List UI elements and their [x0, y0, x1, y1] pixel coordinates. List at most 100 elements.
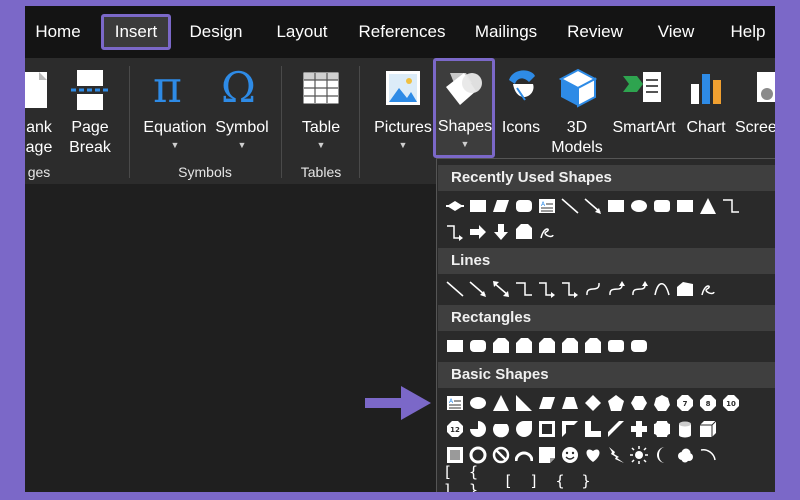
shape-rect-icon[interactable] — [673, 195, 696, 217]
shape-darrow-icon[interactable] — [489, 278, 512, 300]
shape-lshape-icon[interactable] — [581, 418, 604, 440]
shape-scribble-icon[interactable] — [696, 278, 719, 300]
shape-smiley-icon[interactable] — [558, 444, 581, 466]
shape-freeform-icon[interactable] — [673, 278, 696, 300]
shape-trap-icon[interactable] — [558, 392, 581, 414]
smartart-button[interactable]: SmartArt — [607, 118, 681, 138]
shape-sun-icon[interactable] — [627, 444, 650, 466]
shape-elbowarrow-icon[interactable] — [535, 278, 558, 300]
shape-diag-icon[interactable] — [604, 418, 627, 440]
shape-diamond-icon[interactable] — [443, 195, 466, 217]
shape-ellipse-icon[interactable] — [627, 195, 650, 217]
shape-fold-icon[interactable] — [535, 444, 558, 466]
shape-snip-icon[interactable] — [512, 335, 535, 357]
shape-rrect-icon[interactable] — [512, 195, 535, 217]
shape-para-icon[interactable] — [489, 195, 512, 217]
shape-darr-icon[interactable] — [489, 221, 512, 243]
shape-rarrow-icon[interactable] — [466, 221, 489, 243]
table-button[interactable]: Table ▼ — [293, 118, 349, 152]
shape-heart-icon[interactable] — [581, 444, 604, 466]
tab-review[interactable]: Review — [565, 14, 625, 50]
shape-curve-icon[interactable] — [581, 278, 604, 300]
shape-line-icon[interactable] — [443, 278, 466, 300]
shape-bracket-icon[interactable]: { } — [469, 463, 495, 492]
screenshot-button[interactable]: Scree — [731, 118, 775, 138]
shape-moon-icon[interactable] — [650, 444, 673, 466]
shape-octnum-icon[interactable]: 12 — [443, 418, 466, 440]
shape-curvearrow-icon[interactable] — [604, 278, 627, 300]
tab-references[interactable]: References — [355, 14, 449, 50]
shape-rrect2-icon[interactable] — [650, 195, 673, 217]
shape-hex-icon[interactable] — [627, 392, 650, 414]
shape-snip-icon[interactable] — [581, 335, 604, 357]
shapes-button[interactable]: Shapes ▼ — [433, 58, 495, 158]
shape-rect-icon[interactable] — [466, 195, 489, 217]
shape-tri-icon[interactable] — [696, 195, 719, 217]
shape-scribble-icon[interactable] — [535, 221, 558, 243]
shape-arrowline-icon[interactable] — [581, 195, 604, 217]
shape-octnum-icon[interactable]: 7 — [673, 392, 696, 414]
shape-tri-icon[interactable] — [489, 392, 512, 414]
shape-arrowline-icon[interactable] — [466, 278, 489, 300]
shape-snip-icon[interactable] — [535, 335, 558, 357]
shape-tear-icon[interactable] — [512, 418, 535, 440]
shape-can-icon[interactable] — [673, 418, 696, 440]
shape-blockarc-icon[interactable] — [512, 444, 535, 466]
shape-rrect2-icon[interactable] — [604, 335, 627, 357]
shape-elbowarrow-icon[interactable] — [558, 278, 581, 300]
pictures-button[interactable]: Pictures ▼ — [369, 118, 437, 152]
shape-cube-icon[interactable] — [696, 418, 719, 440]
shape-textbox-icon[interactable]: A — [443, 392, 466, 414]
shape-line-icon[interactable] — [558, 195, 581, 217]
shape-textbox-icon[interactable]: A — [535, 195, 558, 217]
icons-button[interactable]: Icons — [495, 118, 547, 138]
3d-models-button[interactable]: 3D Models — [549, 118, 605, 158]
shape-frame-icon[interactable] — [535, 418, 558, 440]
symbol-button[interactable]: Symbol ▼ — [211, 118, 273, 152]
shape-elbowarrow-icon[interactable] — [443, 221, 466, 243]
shape-plaque-icon[interactable] — [650, 418, 673, 440]
shape-hept-icon[interactable] — [650, 392, 673, 414]
tab-mailings[interactable]: Mailings — [471, 14, 541, 50]
shape-dia-icon[interactable] — [581, 392, 604, 414]
shape-bracket-icon[interactable]: [ — [495, 470, 521, 492]
shape-rect-icon[interactable] — [604, 195, 627, 217]
shape-rtri-icon[interactable] — [512, 392, 535, 414]
tab-view[interactable]: View — [653, 14, 699, 50]
shape-octnum-icon[interactable]: 8 — [696, 392, 719, 414]
shape-halfframe-icon[interactable] — [558, 418, 581, 440]
shape-para-icon[interactable] — [535, 392, 558, 414]
shape-octnum-icon[interactable]: 10 — [719, 392, 742, 414]
tab-design[interactable]: Design — [185, 14, 247, 50]
shape-curvearrow-icon[interactable] — [627, 278, 650, 300]
shape-ellipse-icon[interactable] — [466, 392, 489, 414]
blank-page-button[interactable]: ank age — [25, 118, 59, 158]
shape-elbow-icon[interactable] — [719, 195, 742, 217]
shape-cloud-icon[interactable] — [673, 444, 696, 466]
tab-home[interactable]: Home — [25, 14, 91, 50]
shape-snip-icon[interactable] — [512, 221, 535, 243]
shape-arc-icon[interactable] — [650, 278, 673, 300]
shape-bracket-icon[interactable]: ] — [521, 470, 547, 492]
shape-snip-icon[interactable] — [558, 335, 581, 357]
page-break-button[interactable]: Page Break — [67, 118, 113, 158]
equation-button[interactable]: Equation ▼ — [137, 118, 213, 152]
shape-chord-icon[interactable] — [489, 418, 512, 440]
shape-rect-icon[interactable] — [443, 335, 466, 357]
chart-button[interactable]: Chart — [681, 118, 731, 138]
shape-pent-icon[interactable] — [604, 392, 627, 414]
tab-layout[interactable]: Layout — [269, 14, 335, 50]
shape-snip-icon[interactable] — [489, 335, 512, 357]
shape-rrect-icon[interactable] — [466, 335, 489, 357]
shape-elbow-icon[interactable] — [512, 278, 535, 300]
shape-bracket-icon[interactable]: [ ] — [443, 463, 469, 492]
shape-bolt-icon[interactable] — [604, 444, 627, 466]
shape-bracket-icon[interactable]: } — [573, 470, 599, 492]
shape-bracket-icon[interactable]: { — [547, 470, 573, 492]
shape-pie-icon[interactable] — [466, 418, 489, 440]
shape-arcline-icon[interactable] — [696, 444, 719, 466]
tab-help[interactable]: Help — [725, 14, 771, 50]
shape-cross-icon[interactable] — [627, 418, 650, 440]
shape-rrect-icon[interactable] — [627, 335, 650, 357]
tab-insert[interactable]: Insert — [101, 14, 171, 50]
